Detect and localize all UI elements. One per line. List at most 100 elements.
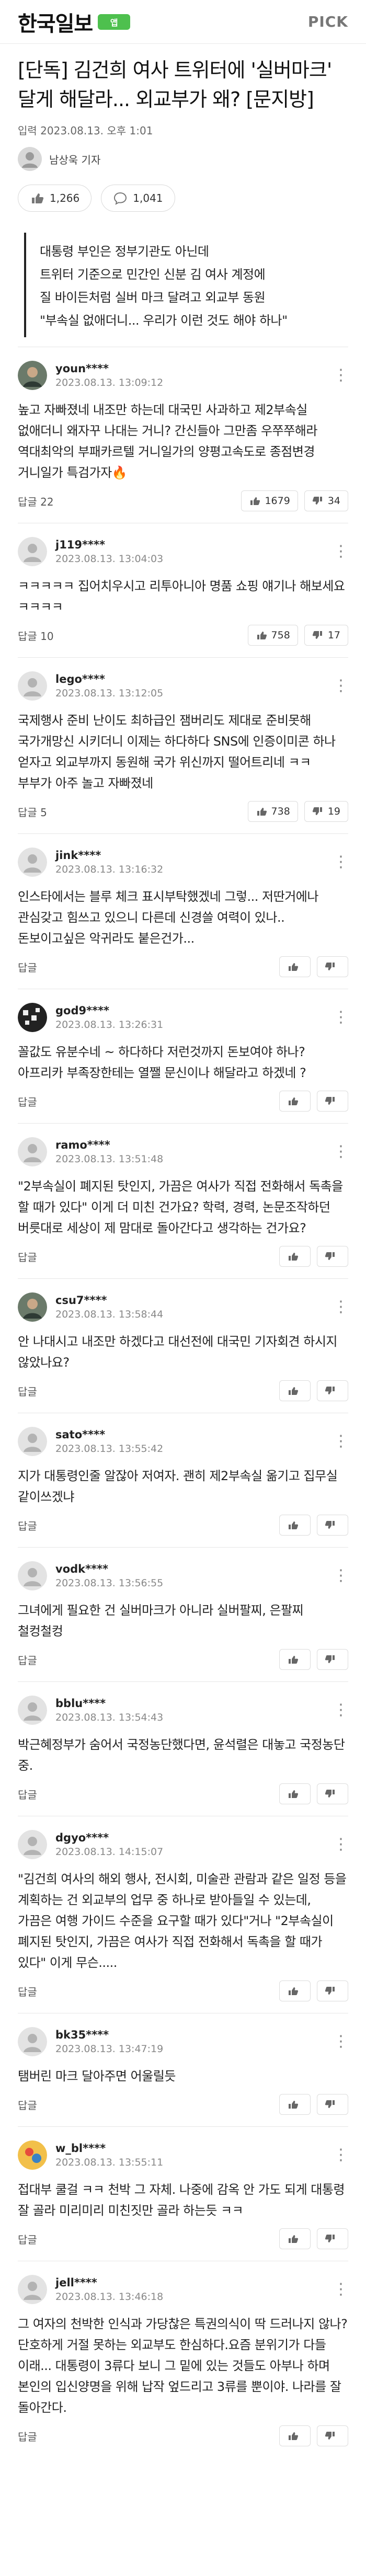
more-options-icon[interactable]: ⋮ [333, 368, 349, 383]
more-options-icon[interactable]: ⋮ [333, 2147, 349, 2163]
reporter[interactable]: 남상욱 기자 [18, 147, 348, 171]
avatar[interactable] [18, 2027, 47, 2056]
comment-username[interactable]: bblu**** [55, 1697, 324, 1710]
comment-username[interactable]: vodk**** [55, 1563, 324, 1575]
reply-button[interactable]: 답글 [18, 959, 37, 975]
summary-line: 대통령 부인은 정부기관도 아닌데 [40, 244, 209, 259]
brand[interactable]: 한국일보 앱 [18, 7, 131, 37]
reply-button[interactable]: 답글 [18, 1787, 37, 1802]
downvote-button[interactable]: 17 [304, 625, 348, 646]
avatar[interactable] [18, 1292, 47, 1322]
more-options-icon[interactable]: ⋮ [333, 2282, 349, 2297]
comment-footer: 답글 5 738 19 [18, 801, 348, 822]
reply-button[interactable]: 답글 [18, 1518, 37, 1533]
upvote-button[interactable]: 1679 [241, 490, 298, 511]
summary-line: 트위터 기준으로 민간인 신분 김 여사 계정에 [40, 267, 266, 282]
comment-username[interactable]: dgyo**** [55, 1831, 324, 1844]
pick-label[interactable]: PICK [308, 13, 348, 30]
avatar[interactable] [18, 1696, 47, 1725]
more-options-icon[interactable]: ⋮ [333, 1144, 349, 1160]
more-options-icon[interactable]: ⋮ [333, 1010, 349, 1025]
article-date: 입력 2023.08.13. 오후 1:01 [18, 124, 153, 137]
downvote-button[interactable] [317, 2228, 348, 2249]
downvote-button[interactable] [317, 1649, 348, 1670]
reply-button[interactable]: 답글 [18, 2097, 37, 2112]
downvote-button[interactable] [317, 956, 348, 977]
like-button[interactable]: 1,266 [18, 185, 92, 212]
comment-username[interactable]: jink**** [55, 849, 324, 862]
avatar[interactable] [18, 361, 47, 390]
downvote-button[interactable]: 19 [304, 801, 348, 822]
downvote-button[interactable] [317, 2425, 348, 2446]
reporter-avatar [18, 147, 42, 171]
upvote-button[interactable] [279, 956, 311, 977]
reply-button[interactable]: 답글 10 [18, 628, 54, 643]
more-options-icon[interactable]: ⋮ [333, 854, 349, 870]
downvote-button[interactable] [317, 1246, 348, 1267]
upvote-button[interactable] [279, 1980, 311, 2001]
comment-username[interactable]: lego**** [55, 673, 324, 685]
upvote-button[interactable] [279, 1380, 311, 1401]
more-options-icon[interactable]: ⋮ [333, 544, 349, 559]
more-options-icon[interactable]: ⋮ [333, 2034, 349, 2050]
avatar[interactable] [18, 1137, 47, 1166]
avatar[interactable] [18, 1003, 47, 1032]
upvote-button[interactable] [279, 2425, 311, 2446]
more-options-icon[interactable]: ⋮ [333, 1568, 349, 1584]
upvote-button[interactable] [279, 1515, 311, 1536]
reply-button[interactable]: 답글 [18, 2231, 37, 2247]
comment-username[interactable]: w_bl**** [55, 2142, 324, 2155]
default-avatar-icon [18, 537, 47, 566]
avatar[interactable] [18, 671, 47, 701]
downvote-button[interactable] [317, 1783, 348, 1804]
reaction-buttons [279, 1980, 348, 2001]
downvote-button[interactable] [317, 1515, 348, 1536]
comment-text: 박근혜정부가 숨어서 국정농단했다면, 윤석렬은 대놓고 국정농단 중. [18, 1737, 345, 1773]
comment-username[interactable]: god9**** [55, 1004, 324, 1017]
downvote-button[interactable] [317, 1091, 348, 1112]
comment-username[interactable]: j119**** [55, 539, 324, 551]
comment-username[interactable]: csu7**** [55, 1294, 324, 1307]
upvote-button[interactable] [279, 2094, 311, 2115]
upvote-button[interactable]: 758 [247, 625, 298, 646]
downvote-button[interactable] [317, 1380, 348, 1401]
upvote-button[interactable] [279, 1246, 311, 1267]
reply-button[interactable]: 답글 5 [18, 804, 47, 819]
comment-username[interactable]: youn**** [55, 362, 324, 375]
reply-button[interactable]: 답글 [18, 1383, 37, 1399]
avatar[interactable] [18, 1830, 47, 1859]
upvote-button[interactable] [279, 1649, 311, 1670]
upvote-button[interactable] [279, 2228, 311, 2249]
avatar[interactable] [18, 2140, 47, 2170]
comment-username[interactable]: ramo**** [55, 1139, 324, 1151]
comment-username[interactable]: bk35**** [55, 2029, 324, 2041]
upvote-button[interactable] [279, 1091, 311, 1112]
avatar[interactable] [18, 537, 47, 566]
reply-button[interactable]: 답글 [18, 1984, 37, 1999]
comment-button[interactable]: 1,041 [101, 185, 175, 212]
more-options-icon[interactable]: ⋮ [333, 678, 349, 694]
avatar[interactable] [18, 848, 47, 877]
avatar[interactable] [18, 2275, 47, 2304]
reply-button[interactable]: 답글 [18, 1094, 37, 1109]
upvote-button[interactable] [279, 1783, 311, 1804]
more-options-icon[interactable]: ⋮ [333, 1702, 349, 1718]
reply-button[interactable]: 답글 [18, 1652, 37, 1667]
comment-header: w_bl**** 2023.08.13. 13:55:11 ⋮ [18, 2140, 349, 2170]
comment-username[interactable]: sato**** [55, 1428, 324, 1441]
more-options-icon[interactable]: ⋮ [333, 1299, 349, 1315]
more-options-icon[interactable]: ⋮ [333, 1434, 349, 1449]
reply-button[interactable]: 답글 22 [18, 494, 54, 509]
avatar[interactable] [18, 1561, 47, 1590]
reply-button[interactable]: 답글 [18, 1249, 37, 1264]
upvote-button[interactable]: 738 [247, 801, 298, 822]
reply-button[interactable]: 답글 [18, 2429, 37, 2444]
downvote-button[interactable]: 34 [304, 490, 348, 511]
comment-header: j119**** 2023.08.13. 13:04:03 ⋮ [18, 537, 349, 566]
comment-username[interactable]: jell**** [55, 2276, 324, 2289]
downvote-button[interactable] [317, 2094, 348, 2115]
avatar[interactable] [18, 1427, 47, 1456]
more-options-icon[interactable]: ⋮ [333, 1837, 349, 1852]
downvote-button[interactable] [317, 1980, 348, 2001]
comment-text: "2부속실이 폐지된 탓인지, 가끔은 여사가 직접 전화해서 독촉을 할 때가… [18, 1179, 343, 1235]
